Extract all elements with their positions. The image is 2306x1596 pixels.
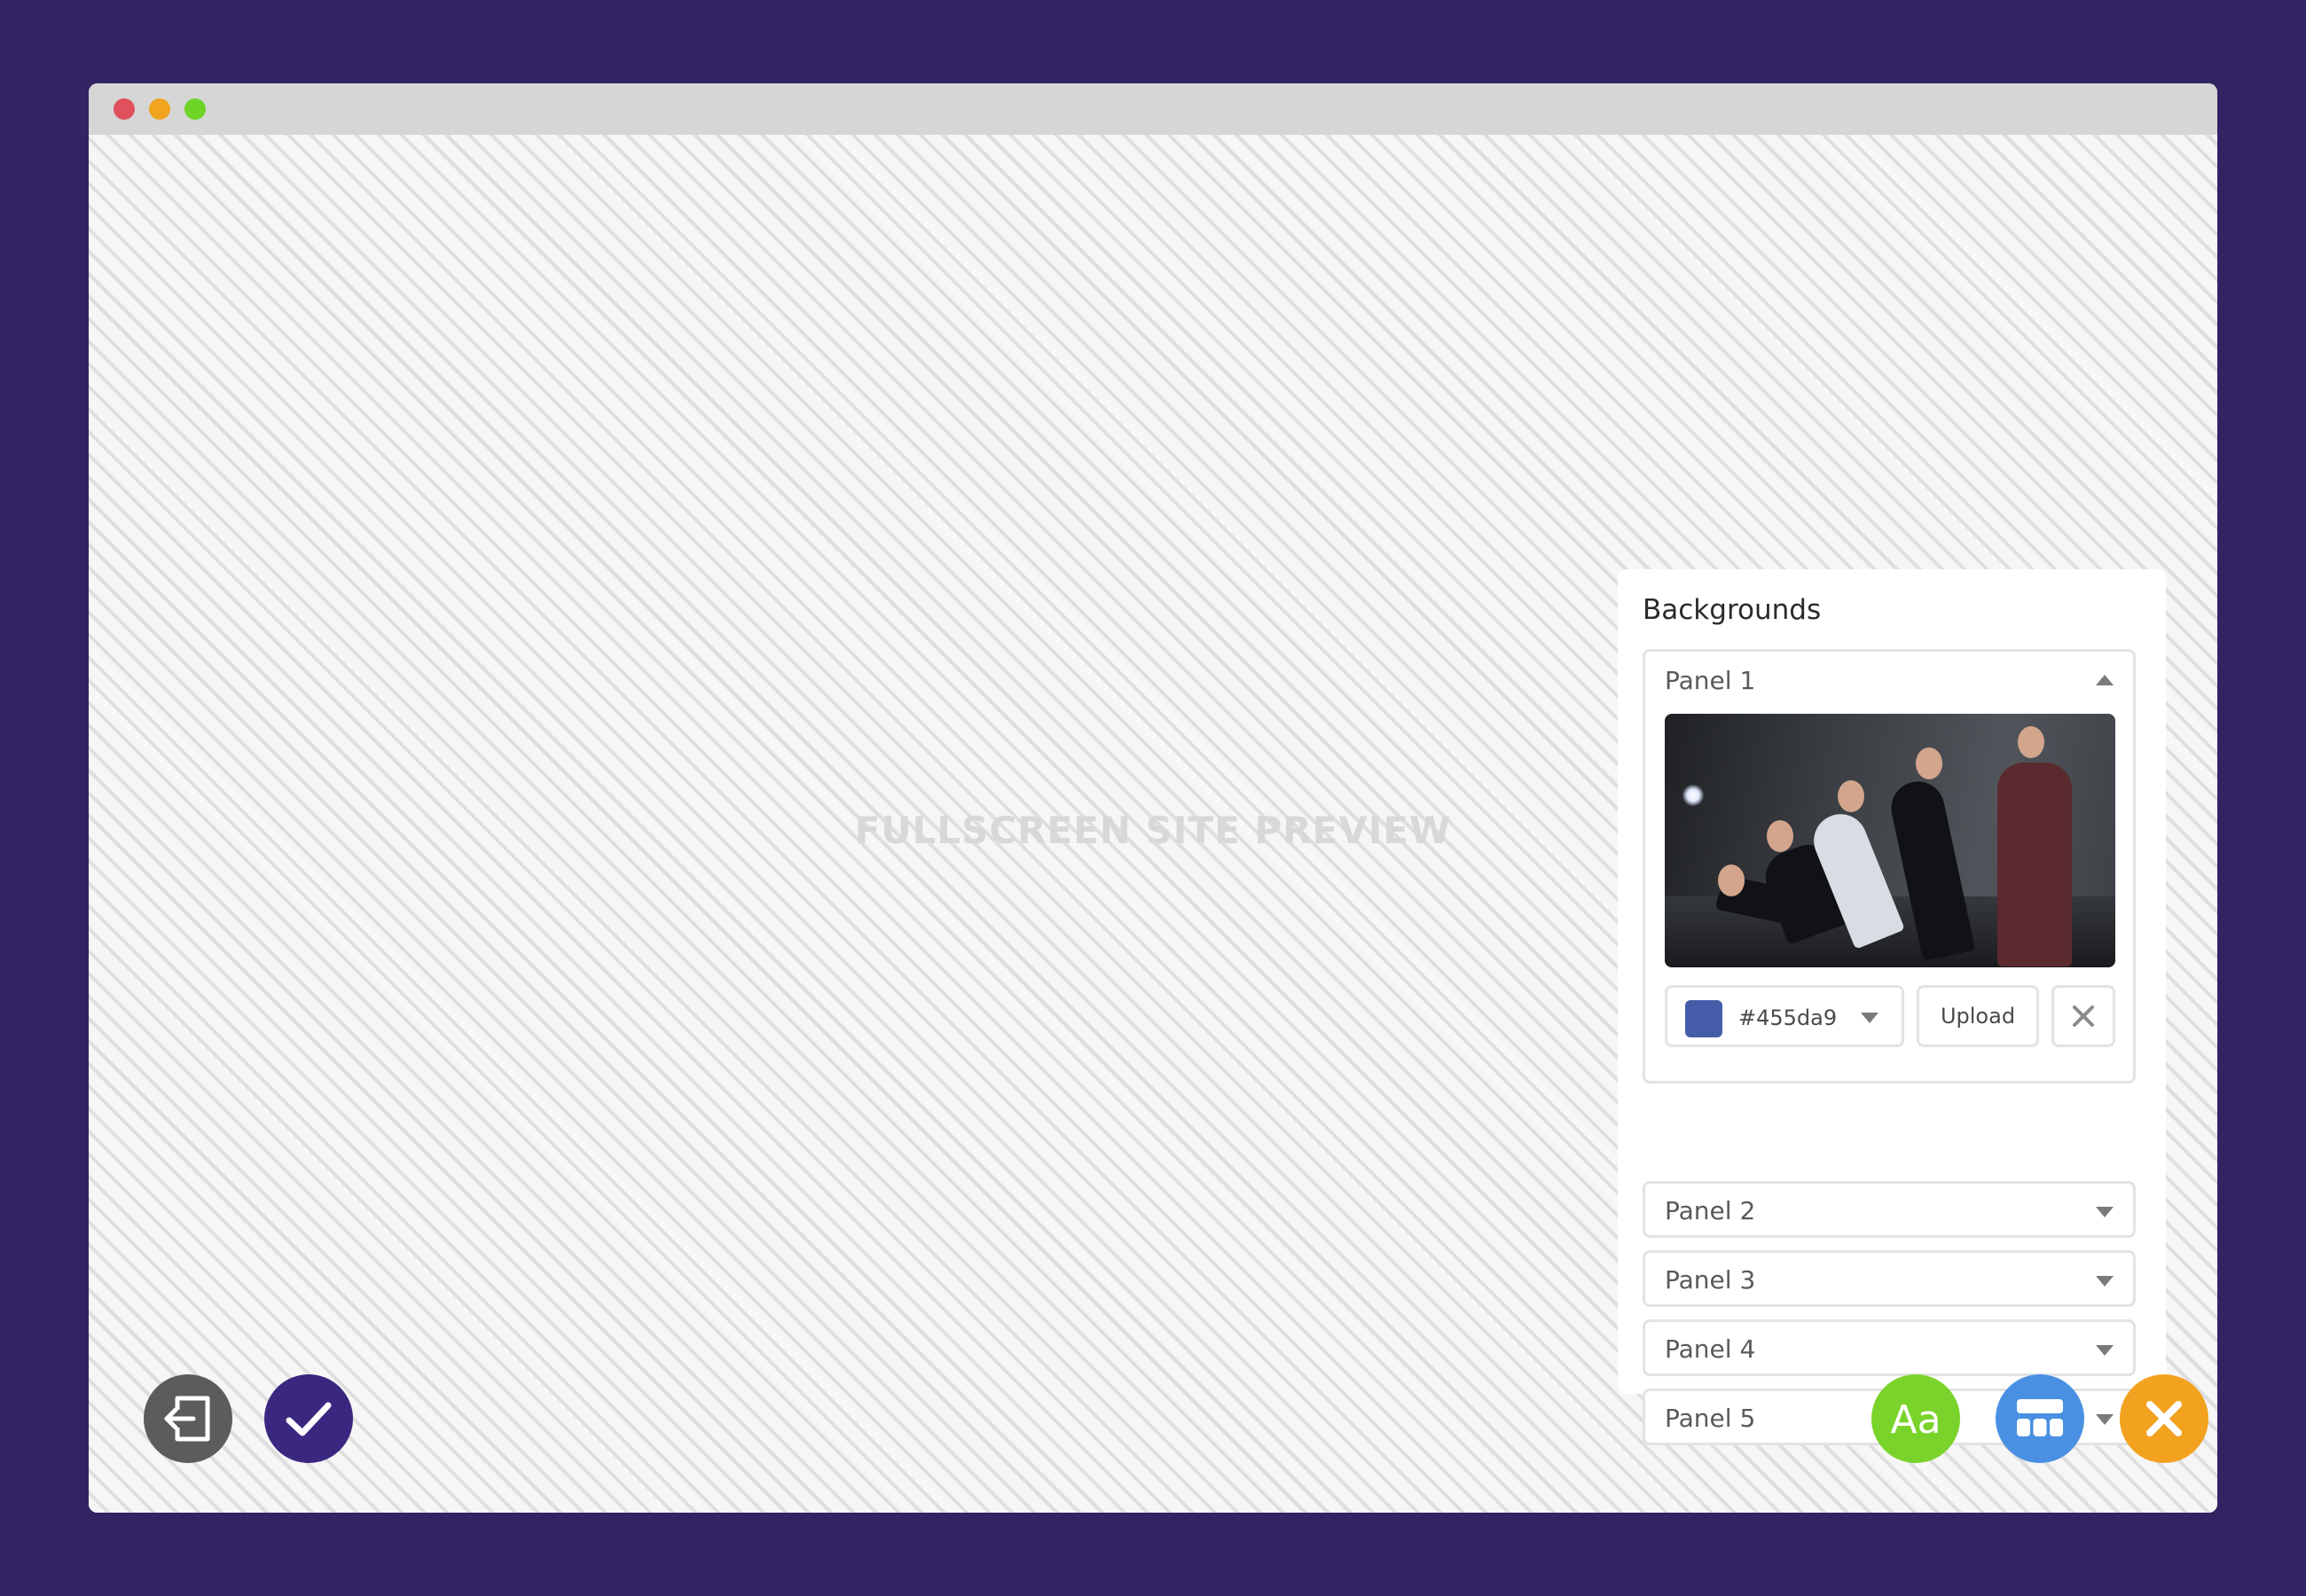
close-icon bbox=[2146, 1401, 2182, 1436]
chevron-up-icon[interactable] bbox=[2096, 675, 2114, 685]
upload-button[interactable]: Upload bbox=[1917, 985, 2039, 1047]
accordion-header-panel-4: Panel 4 bbox=[1665, 1334, 1756, 1364]
typography-icon: Aa bbox=[1890, 1397, 1941, 1443]
color-swatch bbox=[1685, 1000, 1722, 1037]
background-image-preview bbox=[1665, 714, 2115, 967]
window-titlebar bbox=[89, 83, 2217, 135]
layout-icon bbox=[2017, 1399, 2063, 1436]
accordion-header-panel-2: Panel 2 bbox=[1665, 1196, 1756, 1225]
remove-background-button[interactable] bbox=[2051, 985, 2115, 1047]
panel-title: Backgrounds bbox=[1643, 594, 1822, 626]
background-controls: #455da9 Upload bbox=[1665, 985, 2115, 1047]
chevron-down-icon bbox=[2096, 1276, 2114, 1287]
close-editor-button[interactable] bbox=[2120, 1374, 2208, 1463]
maximize-window-button[interactable] bbox=[184, 98, 206, 120]
accordion-header-panel-5: Panel 5 bbox=[1665, 1404, 1756, 1433]
accordion-panel-4[interactable]: Panel 4 bbox=[1643, 1319, 2136, 1376]
chevron-down-icon bbox=[2096, 1414, 2114, 1425]
close-icon bbox=[2073, 1005, 2094, 1027]
backgrounds-panel: Backgrounds Panel 1 #455da9 Upload Panel… bbox=[1618, 569, 2166, 1445]
chevron-down-icon bbox=[2096, 1207, 2114, 1217]
chevron-down-icon bbox=[1861, 1013, 1879, 1023]
typography-button[interactable]: Aa bbox=[1871, 1374, 1960, 1463]
site-preview-area: FULLSCREEN SITE PREVIEW Backgrounds Pane… bbox=[89, 135, 2217, 1513]
color-picker-dropdown[interactable]: #455da9 bbox=[1665, 985, 1904, 1047]
accordion-header-panel-3: Panel 3 bbox=[1665, 1265, 1756, 1295]
accordion-panel-1: Panel 1 #455da9 Upload bbox=[1643, 649, 2136, 1084]
chevron-down-icon bbox=[2096, 1345, 2114, 1356]
browser-window: FULLSCREEN SITE PREVIEW Backgrounds Pane… bbox=[89, 83, 2217, 1513]
exit-editor-button[interactable] bbox=[144, 1374, 232, 1463]
close-window-button[interactable] bbox=[114, 98, 135, 120]
layout-button[interactable] bbox=[1996, 1374, 2084, 1463]
color-hex-value: #455da9 bbox=[1738, 1005, 1838, 1030]
minimize-window-button[interactable] bbox=[149, 98, 170, 120]
exit-icon bbox=[164, 1396, 210, 1442]
accordion-panel-3[interactable]: Panel 3 bbox=[1643, 1250, 2136, 1307]
confirm-button[interactable] bbox=[264, 1374, 353, 1463]
accordion-panel-2[interactable]: Panel 2 bbox=[1643, 1181, 2136, 1238]
accordion-header-panel-1[interactable]: Panel 1 bbox=[1665, 666, 1755, 695]
check-icon bbox=[286, 1402, 332, 1436]
